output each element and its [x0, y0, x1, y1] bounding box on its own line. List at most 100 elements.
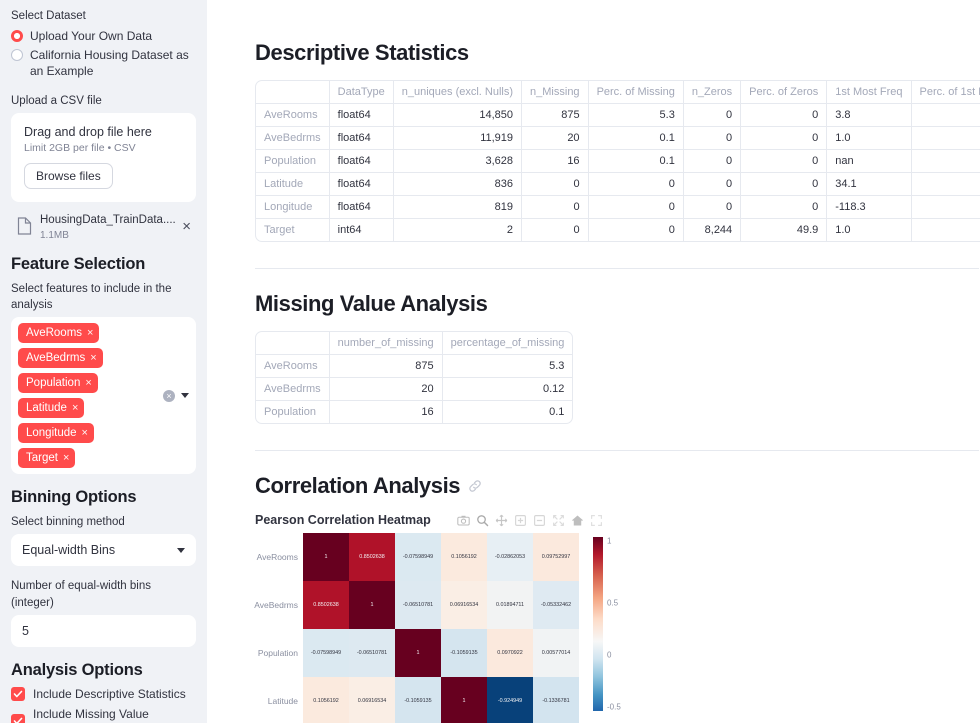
cell-n-uniques: 3,628	[393, 150, 523, 173]
heatmap-cell: -0.05332462	[533, 581, 579, 629]
col-n-missing: n_Missing	[522, 81, 589, 104]
cell-perc-missing: 0	[589, 219, 684, 241]
cell-1st-most-freq: 1.0	[827, 219, 912, 241]
chip-remove-icon[interactable]: ×	[85, 376, 91, 390]
pan-icon[interactable]	[495, 514, 508, 527]
heatmap-cell: 0.00577014	[533, 629, 579, 677]
cell-perc-zeros: 0	[741, 173, 828, 196]
heatmap-colorbar	[593, 537, 603, 711]
binning-options-heading: Binning Options	[11, 488, 137, 507]
feature-chip[interactable]: Longitude ×	[18, 423, 94, 444]
table-header: DataType n_uniques (excl. Nulls) n_Missi…	[256, 81, 980, 104]
cell-index: Population	[256, 150, 330, 173]
correlation-analysis-title: Correlation Analysis	[255, 473, 980, 499]
feature-chip[interactable]: Population ×	[18, 373, 98, 394]
bins-count-input[interactable]: 5	[11, 614, 196, 647]
cell-datatype: float64	[329, 196, 394, 219]
cell-perc-zeros: 0	[741, 104, 828, 127]
heatmap-y-tick: AveRooms	[256, 552, 298, 562]
correlation-heatmap[interactable]: AveRooms AveBedrms Population Latitude 1…	[254, 533, 635, 723]
chevron-down-icon[interactable]	[181, 393, 189, 399]
section-title-text: Correlation Analysis	[255, 473, 461, 498]
app-root: Select Dataset Upload Your Own Data Cali…	[0, 0, 980, 723]
feature-multiselect[interactable]: AveRooms × AveBedrms × Population × Latitud…	[11, 317, 196, 475]
table-body: AveRooms 875 5.3 AveBedrms 20 0.12 Popul…	[256, 355, 573, 423]
clear-all-icon[interactable]: ×	[163, 389, 175, 402]
feature-chip[interactable]: Latitude ×	[18, 398, 85, 419]
chip-label: Population	[26, 377, 81, 390]
radio-label-upload: Upload Your Own Data	[30, 29, 153, 44]
bins-count-label: Number of equal-width bins (integer)	[11, 580, 151, 609]
checkbox-missing-value-analysis[interactable]: Include Missing Value Analysis	[11, 707, 196, 723]
binning-method-label: Select binning method	[11, 516, 125, 529]
checkbox-descriptive-statistics[interactable]: Include Descriptive Statistics	[11, 686, 196, 701]
heatmap-cell: -0.06510781	[349, 629, 395, 677]
zoom-in-icon[interactable]	[514, 514, 527, 527]
chip-remove-icon[interactable]: ×	[72, 401, 78, 415]
cell-number-of-missing: 16	[330, 401, 443, 423]
cell-perc-zeros: 49.9	[741, 219, 828, 241]
chip-label: Latitude	[26, 402, 67, 415]
autoscale-icon[interactable]	[552, 514, 565, 527]
missing-value-analysis-title: Missing Value Analysis	[255, 291, 980, 317]
heatmap-y-tick: Latitude	[267, 696, 298, 706]
uploaded-file-meta: HousingData_TrainData.... 1.1MB	[40, 211, 176, 241]
zoom-out-icon[interactable]	[533, 514, 546, 527]
dropzone-limit: Limit 2GB per file • CSV	[24, 142, 136, 155]
table-row: Latitude float64 836 0 0 0 0 34.1 30 32.…	[256, 173, 980, 196]
radio-upload-your-own-data[interactable]: Upload Your Own Data	[11, 28, 196, 44]
heatmap-row: 0.1056192 0.06916534 -0.1059135 1 -0.924…	[303, 677, 579, 723]
link-icon[interactable]	[468, 479, 482, 493]
cell-datatype: int64	[330, 219, 394, 241]
remove-file-icon[interactable]: ×	[179, 218, 194, 235]
chip-remove-icon[interactable]: ×	[90, 351, 96, 365]
fullscreen-icon[interactable]	[590, 514, 603, 527]
chip-remove-icon[interactable]: ×	[87, 326, 93, 340]
col-index	[256, 332, 330, 355]
uploaded-file-row: HousingData_TrainData.... 1.1MB ×	[11, 202, 196, 241]
upload-csv-label: Upload a CSV file	[11, 95, 102, 108]
col-perc-missing: Perc. of Missing	[588, 81, 684, 104]
feature-selection-heading: Feature Selection	[11, 255, 146, 274]
heatmap-cell: 0.09752997	[533, 533, 579, 581]
cell-perc-1st-most-freq: 30	[911, 173, 980, 196]
cell-index: AveBedrms	[256, 378, 330, 401]
browse-files-button[interactable]: Browse files	[24, 163, 113, 190]
zoom-icon[interactable]	[476, 514, 489, 527]
table-row: Population 16 0.1	[256, 401, 572, 423]
dropzone-title: Drag and drop file here	[24, 125, 152, 140]
chip-remove-icon[interactable]: ×	[63, 451, 69, 465]
camera-icon[interactable]	[457, 514, 470, 527]
chip-remove-icon[interactable]: ×	[82, 426, 88, 440]
home-icon[interactable]	[571, 514, 584, 527]
radio-california-housing[interactable]: California Housing Dataset as an Example	[11, 47, 196, 79]
cell-index: AveRooms	[256, 355, 330, 378]
table-row: AveBedrms 20 0.12	[256, 378, 573, 401]
cell-perc-zeros: 0	[741, 196, 828, 219]
table-header: number_of_missing percentage_of_missing	[256, 332, 573, 355]
chevron-down-icon[interactable]	[177, 547, 185, 553]
colorbar-tick: 1	[607, 536, 612, 546]
plotly-modebar	[457, 514, 603, 527]
cell-n-uniques: 2	[394, 219, 523, 241]
table-row: Target int64 2 0 0 8,244 49.9 1.0 60 0.0…	[256, 219, 980, 241]
binning-method-value: Equal-width Bins	[22, 543, 116, 558]
heatmap-y-tick: Population	[257, 648, 298, 658]
cell-datatype: float64	[329, 150, 394, 173]
section-divider	[255, 268, 979, 269]
file-dropzone[interactable]: Drag and drop file here Limit 2GB per fi…	[11, 113, 196, 203]
col-index	[256, 81, 330, 104]
heatmap-y-axis: AveRooms AveBedrms Population Latitude	[254, 533, 303, 723]
cell-n-missing: 0	[522, 219, 589, 241]
cell-perc-missing: 0	[588, 196, 684, 219]
binning-method-select[interactable]: Equal-width Bins	[11, 534, 196, 567]
cell-1st-most-freq: 34.1	[827, 173, 912, 196]
cell-n-missing: 0	[522, 196, 589, 219]
feature-chip[interactable]: AveRooms ×	[18, 323, 100, 344]
heatmap-cell: -0.1059135	[441, 629, 487, 677]
chip-label: Target	[26, 452, 58, 465]
feature-chip[interactable]: Target ×	[18, 448, 76, 469]
feature-chip[interactable]: AveBedrms ×	[18, 348, 103, 369]
feature-selection-label: Select features to include in the analys…	[11, 283, 172, 312]
heatmap-cell: 0.1056192	[441, 533, 487, 581]
